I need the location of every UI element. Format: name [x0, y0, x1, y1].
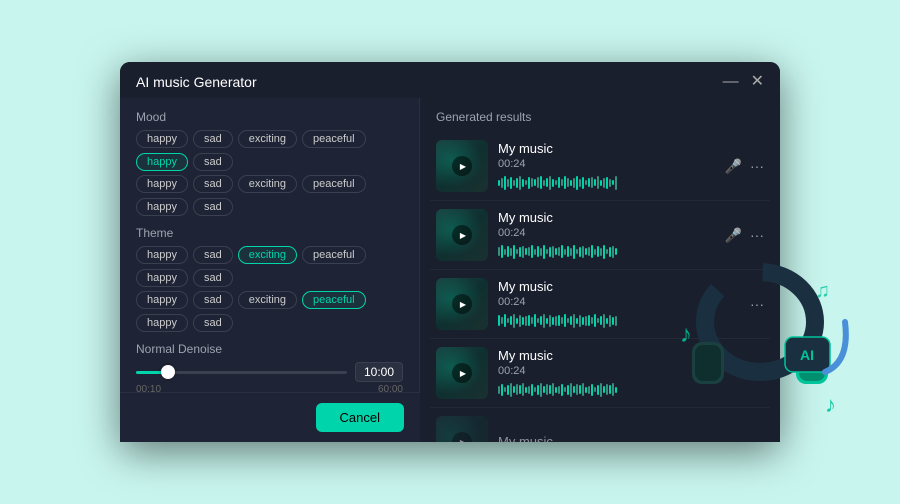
theme-tag-active[interactable]: exciting — [238, 246, 297, 264]
more-options-icon[interactable]: ··· — [750, 227, 764, 243]
music-thumbnail[interactable] — [436, 278, 488, 330]
music-item: My music 00:24 ··· — [430, 270, 770, 339]
music-item: My music 00:24 🎤 ··· — [430, 201, 770, 270]
results-list: My music 00:24 🎤 ··· — [420, 132, 780, 442]
waveform — [498, 174, 715, 192]
minimize-button[interactable]: — — [723, 74, 739, 90]
music-actions: 🎤 ··· — [725, 227, 764, 244]
music-name: My music — [498, 348, 740, 363]
music-time: 00:24 — [498, 227, 715, 239]
music-item: My music 00:24 ··· — [430, 339, 770, 408]
music-info: My music — [498, 434, 764, 443]
mood-tag[interactable]: peaceful — [302, 175, 366, 193]
dialog-body: Mood happy sad exciting peaceful happy s… — [120, 98, 780, 442]
theme-tag[interactable]: sad — [193, 246, 233, 264]
theme-label: Theme — [136, 226, 403, 240]
denoise-section: Normal Denoise 10:00 00:10 60:00 — [136, 342, 403, 395]
denoise-label: Normal Denoise — [136, 342, 403, 356]
music-actions: 🎤 ··· — [725, 158, 764, 175]
music-name: My music — [498, 141, 715, 156]
cancel-button[interactable]: Cancel — [316, 403, 404, 432]
music-actions: ··· — [750, 296, 764, 312]
ai-music-dialog: AI music Generator — ✕ Mood happy sad ex… — [120, 62, 780, 442]
theme-tag[interactable]: peaceful — [302, 246, 366, 264]
waveform — [498, 312, 740, 330]
settings-panel: Mood happy sad exciting peaceful happy s… — [120, 98, 420, 442]
music-thumbnail[interactable] — [436, 416, 488, 442]
theme-tag[interactable]: sad — [193, 314, 233, 332]
bottom-actions: Cancel — [120, 392, 420, 442]
theme-tag[interactable]: happy — [136, 269, 188, 287]
play-button[interactable] — [452, 225, 472, 245]
dialog-title: AI music Generator — [136, 74, 257, 90]
music-item: My music 00:24 🎤 ··· — [430, 132, 770, 201]
title-bar: AI music Generator — ✕ — [120, 62, 780, 98]
music-thumbnail[interactable] — [436, 347, 488, 399]
theme-row-1: happy sad exciting peaceful happy sad — [136, 246, 403, 287]
music-name: My music — [498, 434, 764, 443]
mood-tag[interactable]: peaceful — [302, 130, 366, 148]
window-controls: — ✕ — [723, 74, 764, 90]
waveform — [498, 381, 740, 399]
more-options-icon[interactable]: ··· — [750, 365, 764, 381]
mood-tag[interactable]: happy — [136, 198, 188, 216]
more-options-icon[interactable]: ··· — [750, 296, 764, 312]
play-button[interactable] — [452, 294, 472, 314]
mood-label: Mood — [136, 110, 403, 124]
mood-row-1: happy sad exciting peaceful happy sad — [136, 130, 403, 171]
denoise-thumb[interactable] — [161, 365, 175, 379]
denoise-slider[interactable] — [136, 362, 347, 382]
theme-tag-active[interactable]: peaceful — [302, 291, 366, 309]
theme-tag[interactable]: sad — [193, 269, 233, 287]
mood-tag[interactable]: sad — [193, 153, 233, 171]
music-time: 00:24 — [498, 296, 740, 308]
mood-tag[interactable]: sad — [193, 130, 233, 148]
results-header: Generated results — [420, 98, 780, 132]
results-panel: Generated results My music 00:24 — [420, 98, 780, 442]
svg-text:♪: ♪ — [825, 392, 836, 417]
mood-row-2: happy sad exciting peaceful happy sad — [136, 175, 403, 216]
mood-tag-active[interactable]: happy — [136, 153, 188, 171]
theme-tag[interactable]: exciting — [238, 291, 297, 309]
play-button[interactable] — [452, 432, 472, 442]
microphone-icon[interactable]: 🎤 — [725, 158, 742, 175]
mood-tag[interactable]: happy — [136, 175, 188, 193]
music-info: My music 00:24 — [498, 348, 740, 399]
music-info: My music 00:24 — [498, 141, 715, 192]
music-time: 00:24 — [498, 158, 715, 170]
denoise-track — [136, 371, 347, 374]
mood-tag[interactable]: exciting — [238, 175, 297, 193]
theme-tag[interactable]: happy — [136, 246, 188, 264]
theme-tag[interactable]: sad — [193, 291, 233, 309]
mood-tag[interactable]: happy — [136, 130, 188, 148]
waveform — [498, 243, 715, 261]
play-button[interactable] — [452, 156, 472, 176]
music-time: 00:24 — [498, 365, 740, 377]
play-button[interactable] — [452, 363, 472, 383]
close-button[interactable]: ✕ — [751, 74, 764, 90]
music-name: My music — [498, 210, 715, 225]
denoise-value: 10:00 — [355, 362, 403, 382]
music-thumbnail[interactable] — [436, 140, 488, 192]
mood-tag[interactable]: exciting — [238, 130, 297, 148]
svg-text:♫: ♫ — [815, 280, 830, 302]
denoise-slider-row: 10:00 — [136, 362, 403, 382]
theme-tag[interactable]: happy — [136, 314, 188, 332]
more-options-icon[interactable]: ··· — [750, 158, 764, 174]
music-name: My music — [498, 279, 740, 294]
microphone-icon[interactable]: 🎤 — [725, 227, 742, 244]
mood-tag[interactable]: sad — [193, 198, 233, 216]
music-info: My music 00:24 — [498, 279, 740, 330]
theme-row-2: happy sad exciting peaceful happy sad — [136, 291, 403, 332]
theme-tag[interactable]: happy — [136, 291, 188, 309]
music-info: My music 00:24 — [498, 210, 715, 261]
music-actions: ··· — [750, 365, 764, 381]
music-thumbnail[interactable] — [436, 209, 488, 261]
mood-tag[interactable]: sad — [193, 175, 233, 193]
svg-text:AI: AI — [800, 347, 814, 363]
music-item: My music — [430, 408, 770, 442]
